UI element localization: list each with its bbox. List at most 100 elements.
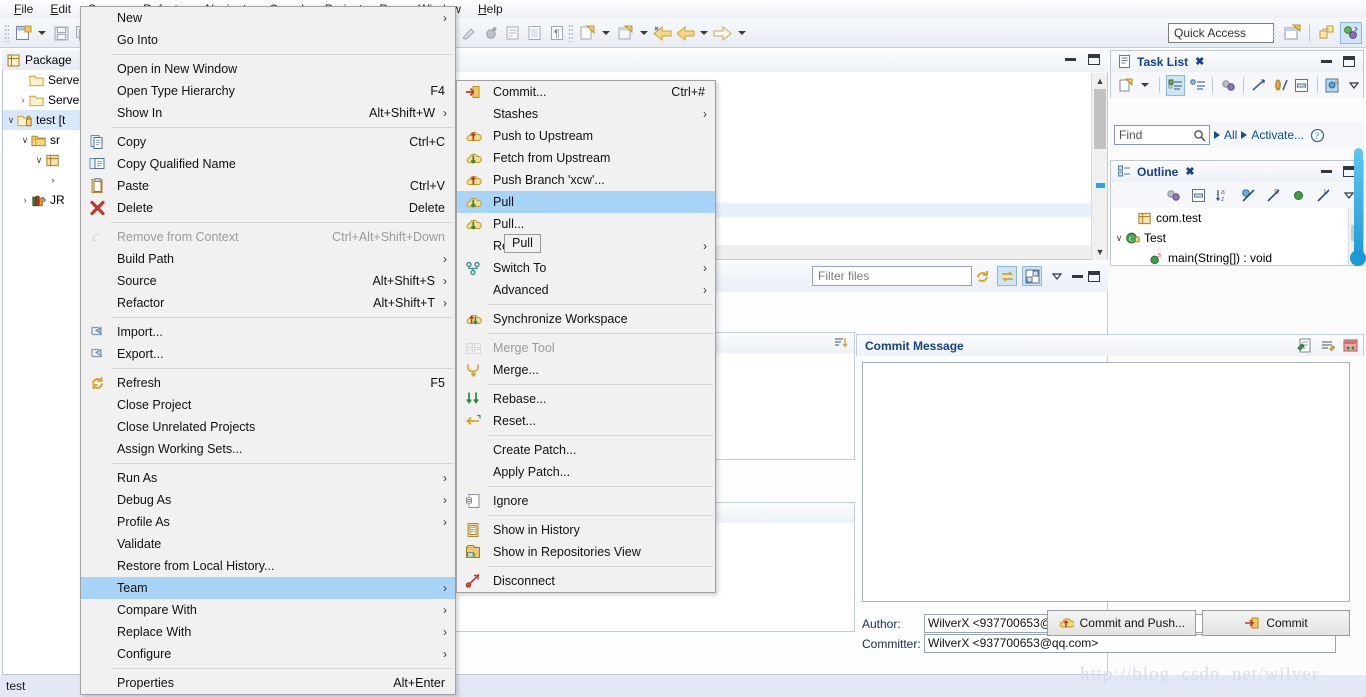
back-icon[interactable] (674, 22, 696, 44)
amend-commit-icon[interactable] (1342, 337, 1359, 354)
menu-item-open-type-hierarchy[interactable]: Open Type Hierarchy F4 (81, 80, 455, 102)
collapse-all-icon[interactable] (1293, 75, 1311, 96)
minimize-staging-icon[interactable] (1072, 274, 1083, 278)
menu-item-close-unrelated-projects[interactable]: Close Unrelated Projects (81, 416, 455, 438)
menu-item-pull[interactable]: Pull... (457, 213, 715, 235)
menu-item-delete[interactable]: Delete Delete (81, 197, 455, 219)
find-input[interactable]: Find (1114, 125, 1210, 145)
categorized-presentation-icon[interactable] (1166, 74, 1186, 96)
tree-row[interactable]: ∨ test [t (3, 110, 87, 130)
menu-item-open-in-new-window[interactable]: Open in New Window (81, 58, 455, 80)
expand-arrow-icon[interactable]: ∨ (33, 155, 45, 166)
menu-item-disconnect[interactable]: Disconnect (457, 570, 715, 592)
outline-row[interactable]: ∨ C Test (1111, 228, 1363, 248)
menu-item-pull[interactable]: Pull (457, 191, 715, 213)
hide-local-icon[interactable]: L (1313, 185, 1334, 206)
minimize-outline-icon[interactable] (1321, 170, 1332, 173)
quick-access-input[interactable]: Quick Access (1168, 23, 1274, 43)
menu-item-source[interactable]: Source Alt+Shift+S › (81, 270, 455, 292)
menu-item-commit[interactable]: Commit... Ctrl+# (457, 81, 715, 103)
scroll-up-icon[interactable]: ▲ (1092, 73, 1108, 89)
commit-button[interactable]: Commit (1202, 610, 1350, 636)
outline-row[interactable]: Smain(String[]) : void (1111, 248, 1363, 265)
expand-arrow-icon[interactable]: ∨ (19, 135, 31, 146)
menu-item-configure[interactable]: Configure › (81, 643, 455, 665)
toolbar-grip[interactable] (4, 24, 9, 42)
menubar-item-help[interactable]: Help (470, 1, 512, 18)
expand-arrow-icon[interactable]: ∨ (1113, 233, 1125, 244)
menu-item-run-as[interactable]: Run As › (81, 467, 455, 489)
activate-link[interactable]: Activate... (1251, 128, 1304, 142)
task-repositories-icon[interactable] (1324, 75, 1342, 96)
commit-message-input[interactable] (862, 362, 1350, 602)
perspective-grip[interactable] (1272, 26, 1276, 40)
all-filter-arrow-icon[interactable] (1214, 131, 1220, 139)
new-task-dropdown-icon[interactable] (1141, 83, 1150, 87)
collapse-all-outline-icon[interactable] (1188, 185, 1209, 206)
new-wizard-dropdown-icon[interactable] (38, 31, 46, 35)
menubar-item-file[interactable]: File (6, 1, 42, 18)
focus-outline-icon[interactable] (1163, 185, 1184, 206)
expand-arrow-icon[interactable]: › (17, 95, 29, 105)
tree-row[interactable]: ∨ (3, 150, 87, 170)
menu-item-replace-with[interactable]: Replace With › (81, 621, 455, 643)
outline-tree[interactable]: ▲ ▼ com.test∨CTestSmain(String[]) : void (1110, 208, 1364, 266)
hide-nonpublic-icon[interactable] (1288, 185, 1309, 206)
menu-item-refactor[interactable]: Refactor Alt+Shift+T › (81, 292, 455, 314)
clean-icon[interactable] (458, 22, 480, 44)
sort-icon[interactable] (832, 335, 848, 351)
forward-icon[interactable] (712, 22, 734, 44)
tree-row[interactable]: › JR (3, 190, 87, 210)
focus-on-workweek-icon[interactable] (1219, 75, 1237, 96)
scroll-thumb[interactable] (1094, 89, 1106, 149)
tree-row[interactable]: ∨ sr (3, 130, 87, 150)
menu-item-merge[interactable]: Merge... (457, 359, 715, 381)
menu-item-show-in[interactable]: Show In Alt+Shift+W › (81, 102, 455, 124)
expand-arrow-icon[interactable]: › (19, 195, 31, 205)
menu-item-advanced[interactable]: Advanced › (457, 279, 715, 301)
new-wizard-icon[interactable] (12, 22, 34, 44)
menu-item-show-in-repositories-view[interactable]: GIT Show in Repositories View (457, 541, 715, 563)
menu-item-create-patch[interactable]: Create Patch... (457, 439, 715, 461)
menu-item-debug-as[interactable]: Debug As › (81, 489, 455, 511)
show-task-details-icon[interactable] (1271, 75, 1289, 96)
menu-item-show-in-history[interactable]: Show in History (457, 519, 715, 541)
menu-item-export[interactable]: Export... (81, 343, 455, 365)
menu-item-rebase[interactable]: Rebase... (457, 388, 715, 410)
menu-item-push-to-upstream[interactable]: Push to Upstream (457, 125, 715, 147)
expand-arrow-icon[interactable]: › (47, 175, 59, 185)
toolbar-grip-2[interactable] (568, 24, 573, 42)
new-task-icon[interactable] (1116, 75, 1134, 96)
new-package-icon[interactable] (614, 22, 636, 44)
open-perspective-icon[interactable] (1281, 22, 1303, 44)
view-menu-icon[interactable] (1047, 266, 1067, 286)
forward-dropdown-icon[interactable] (738, 31, 746, 35)
scroll-down-icon[interactable]: ▼ (1092, 244, 1108, 260)
outline-row[interactable]: com.test (1111, 208, 1363, 228)
menu-item-properties[interactable]: Properties Alt+Enter (81, 672, 455, 694)
tree-row[interactable]: › Serve (3, 90, 87, 110)
editor-vertical-scrollbar[interactable]: ▲ ▼ (1091, 73, 1107, 260)
menu-item-go-into[interactable]: Go Into (81, 29, 455, 51)
menu-item-import[interactable]: Import... (81, 321, 455, 343)
menu-item-validate[interactable]: Validate (81, 533, 455, 555)
menu-item-ignore[interactable]: Ignore (457, 490, 715, 512)
add-signed-off-icon[interactable] (1296, 337, 1313, 354)
menu-item-stashes[interactable]: Stashes › (457, 103, 715, 125)
all-filter-link[interactable]: All (1224, 128, 1237, 142)
save-icon[interactable] (50, 22, 72, 44)
link-selection-icon[interactable] (997, 266, 1017, 286)
open-task-icon[interactable] (524, 22, 546, 44)
menu-item-team[interactable]: Team › (81, 577, 455, 599)
menu-item-apply-patch[interactable]: Apply Patch... (457, 461, 715, 483)
hide-static-icon[interactable]: S (1263, 185, 1284, 206)
task-list-tab[interactable]: Task List ✖ (1110, 50, 1364, 72)
project-context-menu[interactable]: New › Go Into Open in New Window Open Type H… (80, 6, 456, 695)
layout-toggle-icon[interactable] (1022, 266, 1042, 286)
synchronize-changed-icon[interactable] (1250, 75, 1268, 96)
paragraph-icon[interactable]: ¶ (546, 22, 568, 44)
menu-item-copy-qualified-name[interactable]: Copy Qualified Name (81, 153, 455, 175)
menu-item-switch-to[interactable]: Switch To › (457, 257, 715, 279)
refresh-staging-icon[interactable] (972, 266, 992, 286)
add-change-id-icon[interactable] (1319, 337, 1336, 354)
